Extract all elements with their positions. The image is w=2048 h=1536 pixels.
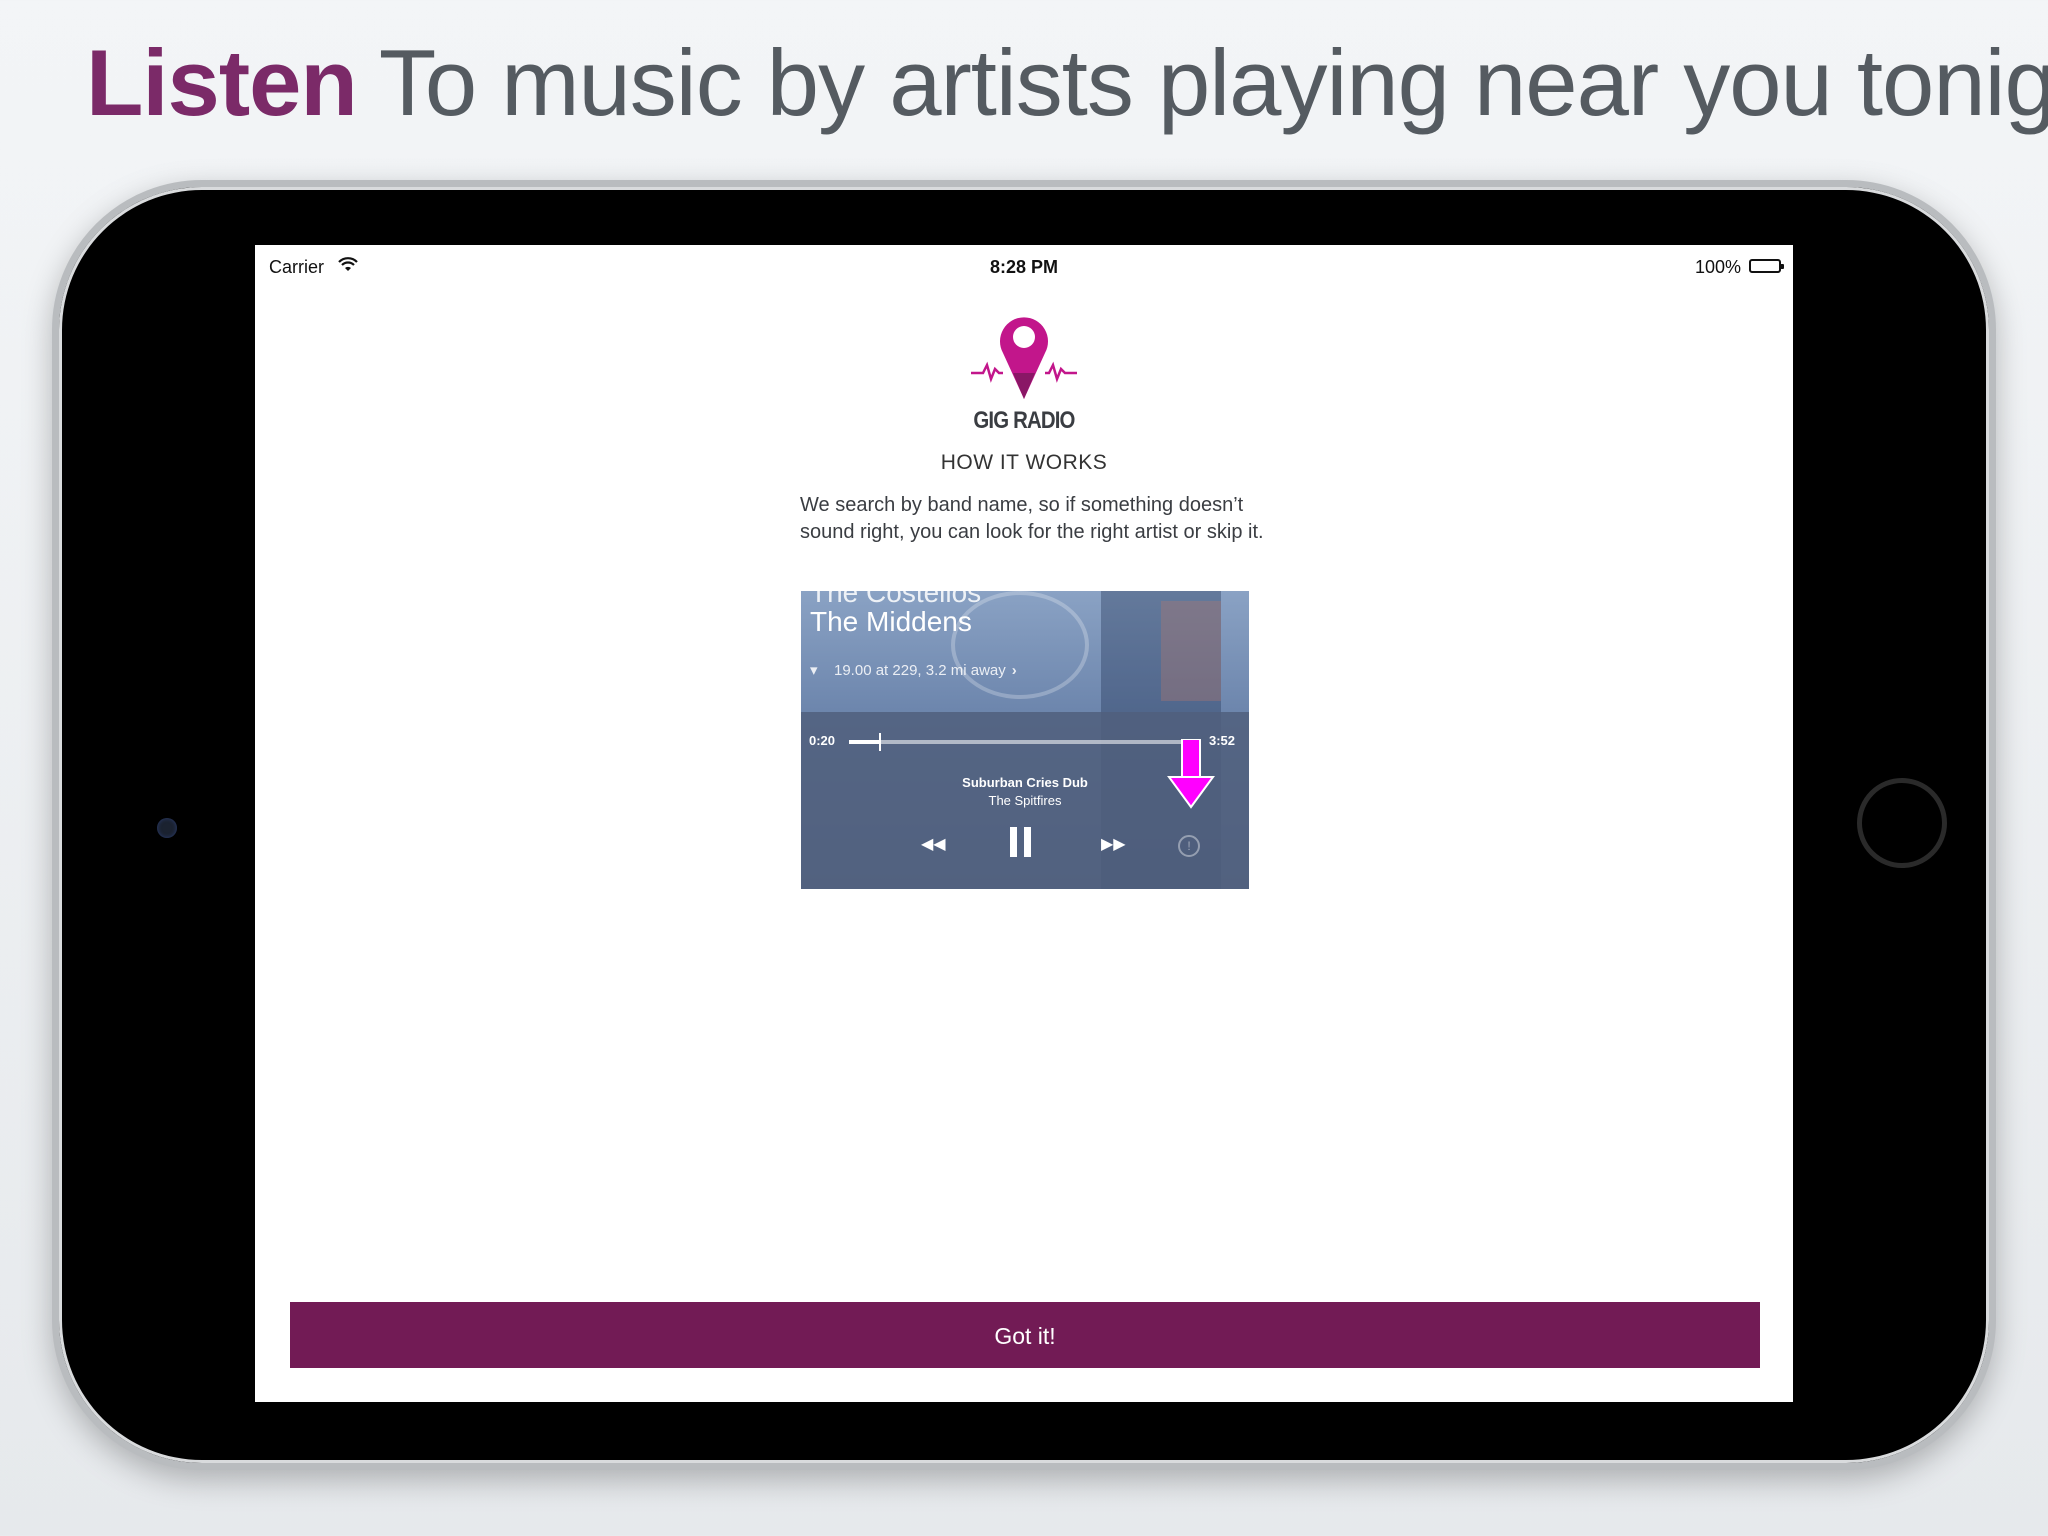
camera-icon <box>157 818 177 838</box>
progress-fill <box>849 740 879 744</box>
arrow-down-icon <box>1167 739 1215 809</box>
device-screen: Carrier 8:28 PM 100% GIG RADIO HOW IT WO… <box>255 245 1793 1402</box>
rewind-icon[interactable]: ◀◀ <box>921 834 946 854</box>
progress-bar[interactable] <box>849 733 1194 751</box>
battery-icon <box>1749 259 1784 273</box>
amp-shape <box>1161 601 1221 701</box>
clock: 8:28 PM <box>989 257 1059 277</box>
gig-info-text: 19.00 at 229, 3.2 mi away <box>834 662 1006 679</box>
gig-radio-logo-icon <box>971 317 1077 399</box>
battery-percent: 100% <box>1694 257 1741 277</box>
headline-text: To music by artists playing near you ton… <box>378 30 2048 135</box>
gig-info: ▾ 19.00 at 229, 3.2 mi away › <box>810 661 1017 679</box>
location-pin-icon: ▾ <box>810 662 818 679</box>
home-button[interactable] <box>1857 778 1947 868</box>
headline: Listen To music by artists playing near y… <box>86 28 2048 138</box>
player-preview-image: The Costellos The Middens ▾ 19.00 at 229,… <box>801 591 1249 889</box>
progress-thumb[interactable] <box>878 733 881 751</box>
section-title: HOW IT WORKS <box>940 451 1108 474</box>
skip-info-icon[interactable]: ! <box>1178 835 1200 857</box>
elapsed-time: 0:20 <box>809 733 836 748</box>
chevron-right-icon: › <box>1011 662 1017 679</box>
pause-icon[interactable] <box>1010 827 1038 862</box>
band-name: The Middens <box>810 606 972 637</box>
fast-forward-icon[interactable]: ▶▶ <box>1101 834 1126 854</box>
got-it-button[interactable]: Got it! <box>290 1302 1760 1368</box>
description-text: We search by band name, so if something … <box>800 494 1264 543</box>
headline-emphasis: Listen <box>86 30 358 135</box>
status-bar: Carrier 8:28 PM 100% <box>255 245 1793 277</box>
logo-text: GIG RADIO <box>973 407 1075 434</box>
